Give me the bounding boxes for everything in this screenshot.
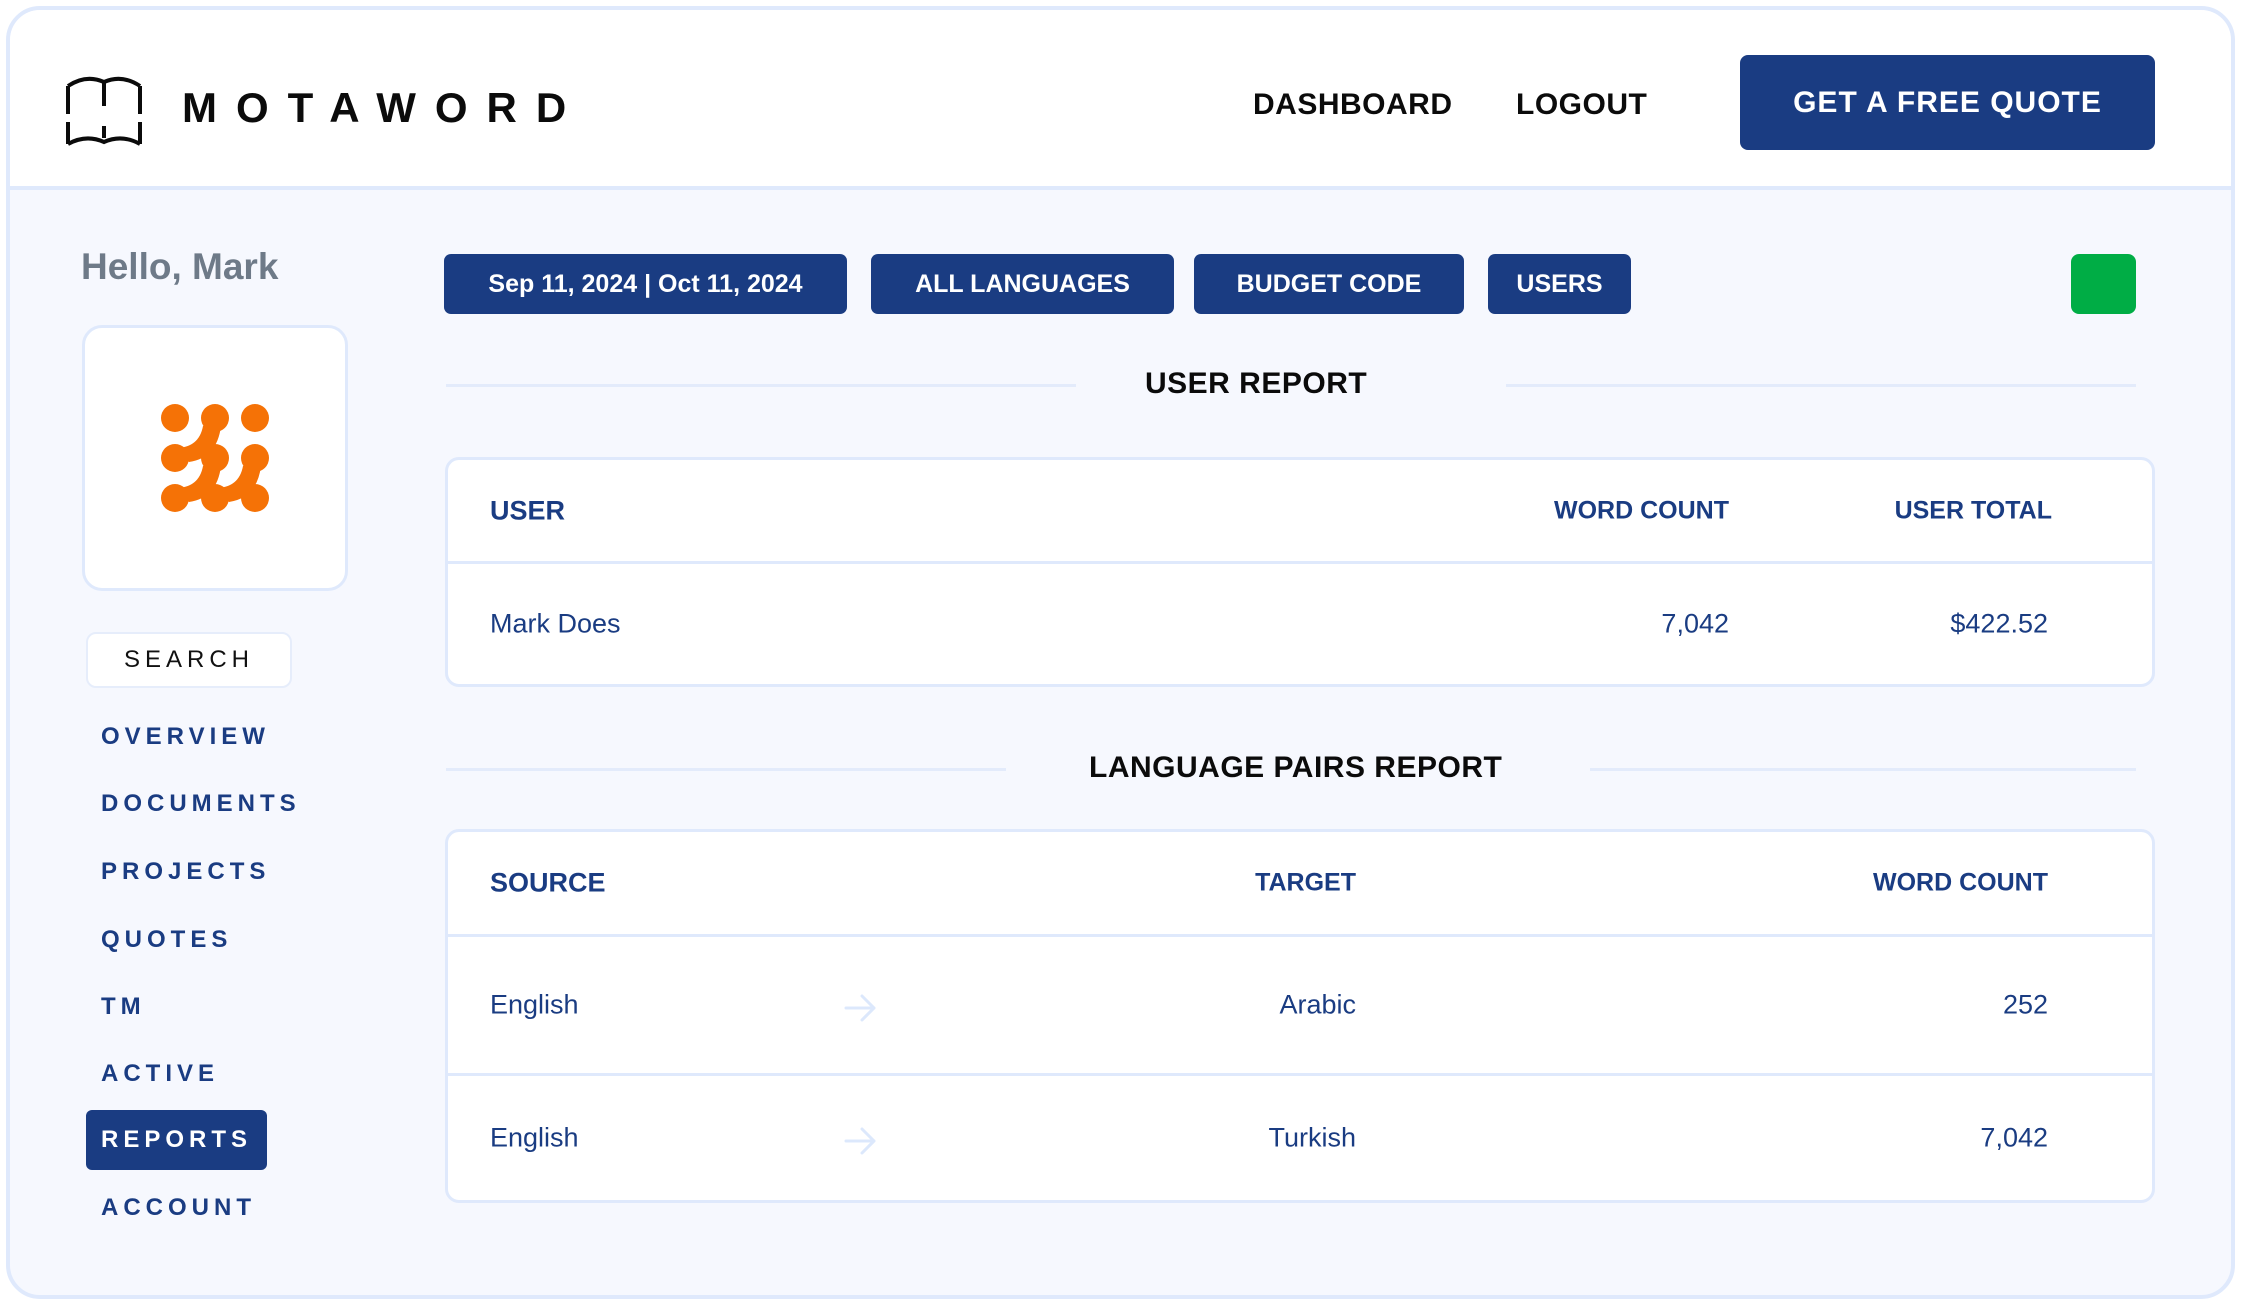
sidebar-item-tm[interactable]: TM (86, 977, 161, 1037)
table-header-row: SOURCE TARGET WORD COUNT (448, 832, 2152, 937)
sidebar-item-overview[interactable]: OVERVIEW (86, 707, 285, 767)
languages-filter[interactable]: ALL LANGUAGES (871, 254, 1174, 314)
user-name: Mark Does (490, 608, 621, 639)
sidebar-item-reports[interactable]: REPORTS (86, 1110, 268, 1170)
table-row[interactable]: English Turkish 7,042 (448, 1076, 2152, 1200)
sidebar-item-documents[interactable]: DOCUMENTS (86, 774, 316, 834)
divider (446, 768, 1006, 771)
word-count: 7,042 (1661, 608, 1729, 639)
word-count: 7,042 (1980, 1122, 2048, 1153)
arrow-right-icon (844, 994, 876, 1022)
column-header-source: SOURCE (490, 867, 606, 898)
sidebar-item-quotes[interactable]: QUOTES (86, 910, 247, 970)
nav-logout[interactable]: LOGOUT (1516, 88, 1647, 122)
word-count: 252 (2002, 989, 2048, 1020)
source-language: English (490, 989, 579, 1020)
user-report-title: USER REPORT (1145, 367, 1368, 400)
nav-dashboard[interactable]: DASHBOARD (1253, 88, 1453, 122)
search-button[interactable]: SEARCH (86, 632, 292, 688)
users-filter[interactable]: USERS (1488, 254, 1631, 314)
target-language: Arabic (1279, 989, 1356, 1020)
top-header: MOTAWORD DASHBOARD LOGOUT GET A FREE QUO… (10, 10, 2231, 190)
table-header-row: USER WORD COUNT USER TOTAL (448, 460, 2152, 564)
table-row[interactable]: English Arabic 252 (448, 937, 2152, 1076)
sidebar-item-projects[interactable]: PROJECTS (86, 842, 285, 902)
app-window: MOTAWORD DASHBOARD LOGOUT GET A FREE QUO… (6, 6, 2235, 1299)
sidebar-item-account[interactable]: ACCOUNT (86, 1178, 271, 1238)
open-book-icon (66, 76, 142, 146)
get-free-quote-button[interactable]: GET A FREE QUOTE (1740, 55, 2155, 150)
sidebar-item-active[interactable]: ACTIVE (86, 1044, 234, 1104)
source-language: English (490, 1122, 579, 1153)
language-pairs-report-title: LANGUAGE PAIRS REPORT (1089, 751, 1503, 784)
status-indicator[interactable] (2071, 254, 2136, 314)
target-language: Turkish (1268, 1122, 1356, 1153)
column-header-target: TARGET (1255, 868, 1356, 897)
greeting: Hello, Mark (81, 246, 279, 287)
user-report-table: USER WORD COUNT USER TOTAL Mark Does 7,0… (445, 457, 2155, 687)
column-header-user-total: USER TOTAL (1894, 496, 2052, 524)
dot-grid-logo-icon (161, 404, 269, 512)
table-row[interactable]: Mark Does 7,042 $422.52 (448, 564, 2152, 684)
divider (446, 384, 1076, 387)
user-total: $422.52 (1950, 608, 2048, 639)
brand-name: MOTAWORD (182, 84, 586, 131)
avatar (82, 325, 348, 591)
language-pairs-table: SOURCE TARGET WORD COUNT English Arabic … (445, 829, 2155, 1203)
arrow-right-icon (844, 1127, 876, 1155)
column-header-user: USER (490, 495, 566, 525)
divider (1506, 384, 2136, 387)
column-header-word-count: WORD COUNT (1873, 868, 2048, 897)
divider (1590, 768, 2136, 771)
date-range-filter[interactable]: Sep 11, 2024 | Oct 11, 2024 (444, 254, 847, 314)
budget-code-filter[interactable]: BUDGET CODE (1194, 254, 1464, 314)
column-header-word-count: WORD COUNT (1554, 496, 1729, 524)
